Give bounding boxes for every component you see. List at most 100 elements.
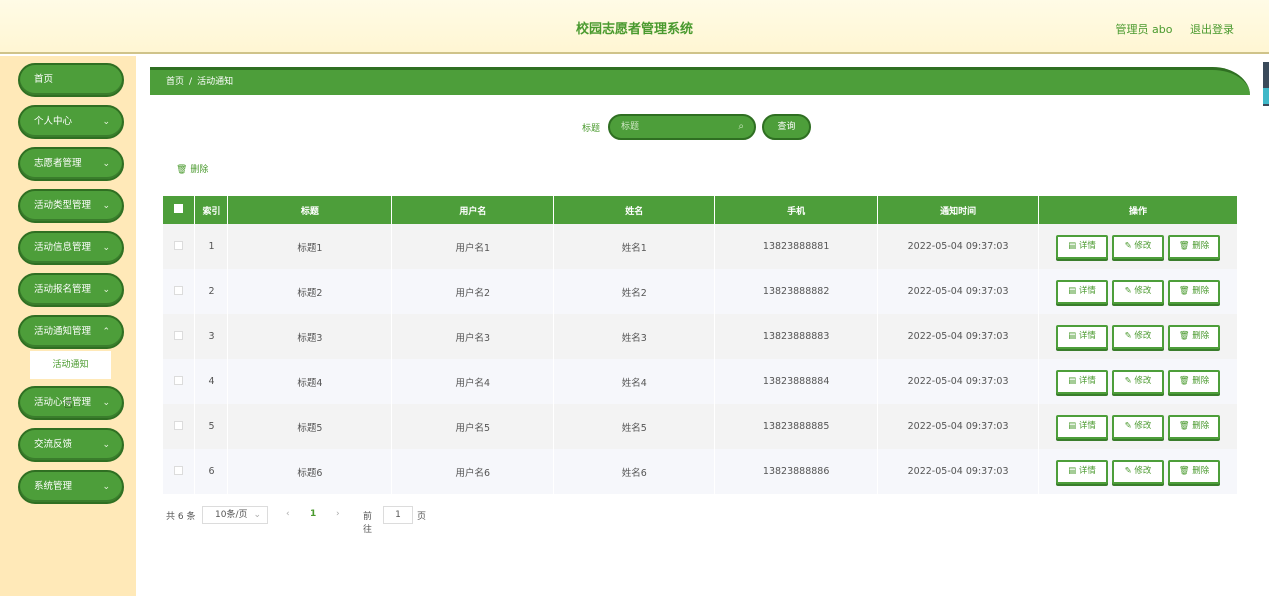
cell-index: 4: [194, 359, 229, 404]
edit-button[interactable]: ✎ 修改: [1112, 459, 1165, 484]
row-checkbox[interactable]: [163, 224, 196, 269]
table-row: 5 标题5 用户名5 姓名5 13823888885 2022-05-04 09:37:0…: [163, 404, 1238, 449]
sidebar-subitem-activity-notice[interactable]: 活动通知: [30, 351, 111, 379]
cell-actions: ▤ 详情 ✎ 修改 🗑 删除: [1038, 449, 1238, 494]
cell-actions: ▤ 详情 ✎ 修改 🗑 删除: [1038, 404, 1238, 449]
pagination-total: 共 6 条: [166, 512, 196, 522]
cell-name: 姓名1: [553, 224, 716, 269]
query-button[interactable]: 查询: [762, 114, 811, 140]
cell-username: 用户名5: [391, 404, 555, 449]
delete-button[interactable]: 🗑 删除: [1168, 369, 1221, 394]
table-row: 2 标题2 用户名2 姓名2 13823888882 2022-05-04 09:37:0…: [163, 269, 1238, 314]
row-checkbox[interactable]: [163, 449, 196, 494]
chevron-down-icon: ⌄: [102, 159, 110, 169]
search-label: 标题: [582, 124, 601, 134]
cell-title: 标题6: [227, 449, 393, 494]
detail-button[interactable]: ▤ 详情: [1056, 234, 1109, 259]
document-icon: ▤: [1068, 375, 1077, 386]
col-header-title: 标题: [227, 196, 393, 224]
edit-button[interactable]: ✎ 修改: [1112, 324, 1165, 349]
sidebar-item-system[interactable]: 系统管理 ⌄: [18, 470, 124, 504]
delete-label: 删除: [1192, 240, 1210, 251]
page-size-select[interactable]: 10条/页 ⌄: [202, 506, 268, 524]
sidebar-item-personal-center[interactable]: 个人中心 ⌄: [18, 105, 124, 139]
pencil-icon: ✎: [1124, 375, 1132, 386]
detail-button[interactable]: ▤ 详情: [1056, 369, 1109, 394]
trash-icon: 🗑: [1178, 240, 1190, 251]
current-page[interactable]: 1: [310, 509, 316, 519]
row-checkbox[interactable]: [163, 269, 196, 314]
delete-label: 删除: [1192, 465, 1210, 476]
next-page-button[interactable]: ›: [336, 509, 340, 519]
delete-button[interactable]: 🗑 删除: [1168, 414, 1221, 439]
cell-time: 2022-05-04 09:37:03: [877, 224, 1040, 269]
row-checkbox[interactable]: [163, 359, 196, 404]
delete-label: 删除: [1192, 420, 1210, 431]
detail-label: 详情: [1078, 330, 1096, 341]
pencil-icon: ✎: [1124, 420, 1132, 431]
search-input[interactable]: 标题 ⌕: [608, 114, 756, 140]
cell-title: 标题1: [227, 224, 393, 269]
sidebar-item-activity-info[interactable]: 活动信息管理 ⌄: [18, 231, 124, 265]
sidebar-item-activity-signup[interactable]: 活动报名管理 ⌄: [18, 273, 124, 307]
sidebar-item-activity-type[interactable]: 活动类型管理 ⌄: [18, 189, 124, 223]
sidebar-item-label: 交流反馈: [34, 439, 73, 450]
cell-username: 用户名2: [391, 269, 555, 314]
edit-button[interactable]: ✎ 修改: [1112, 414, 1165, 439]
edit-button[interactable]: ✎ 修改: [1112, 234, 1165, 259]
trash-icon: 🗑: [1178, 285, 1190, 296]
delete-button[interactable]: 🗑 删除: [1168, 279, 1221, 304]
cell-name: 姓名5: [553, 404, 716, 449]
delete-button[interactable]: 🗑 删除: [1168, 324, 1221, 349]
chevron-down-icon: ⌄: [102, 398, 110, 408]
chevron-down-icon: ⌄: [102, 482, 110, 492]
col-header-name: 姓名: [553, 196, 716, 224]
current-user[interactable]: 管理员 abo: [1116, 23, 1173, 36]
cell-index: 6: [194, 449, 229, 494]
chevron-down-icon: ⌄: [102, 201, 110, 211]
goto-page-input[interactable]: 1: [383, 506, 413, 524]
prev-page-button[interactable]: ‹: [286, 509, 290, 519]
top-bar: 校园志愿者管理系统 管理员 abo 退出登录: [0, 0, 1269, 54]
cell-index: 2: [194, 269, 229, 314]
delete-button[interactable]: 🗑 删除: [1168, 459, 1221, 484]
edit-button[interactable]: ✎ 修改: [1112, 369, 1165, 394]
edit-label: 修改: [1134, 375, 1152, 386]
sidebar-item-feedback[interactable]: 交流反馈 ⌄: [18, 428, 124, 462]
document-icon: ▤: [1068, 285, 1077, 296]
detail-button[interactable]: ▤ 详情: [1056, 414, 1109, 439]
sidebar-item-home[interactable]: 首页: [18, 63, 124, 97]
select-all-checkbox[interactable]: [163, 196, 196, 224]
cell-title: 标题2: [227, 269, 393, 314]
delete-button[interactable]: 🗑 删除: [1168, 234, 1221, 259]
cell-actions: ▤ 详情 ✎ 修改 🗑 删除: [1038, 314, 1238, 359]
bulk-delete-button[interactable]: 🗑 删除: [176, 162, 208, 175]
document-icon: ▤: [1068, 330, 1077, 341]
cell-time: 2022-05-04 09:37:03: [877, 359, 1040, 404]
table-row: 4 标题4 用户名4 姓名4 13823888884 2022-05-04 09:37:0…: [163, 359, 1238, 404]
pencil-icon: ✎: [1124, 285, 1132, 296]
edit-button[interactable]: ✎ 修改: [1112, 279, 1165, 304]
row-checkbox[interactable]: [163, 314, 196, 359]
pencil-icon: ✎: [1124, 330, 1132, 341]
logout-link[interactable]: 退出登录: [1190, 23, 1234, 36]
cell-name: 姓名6: [553, 449, 716, 494]
breadcrumb-home[interactable]: 首页: [166, 77, 184, 87]
document-icon: ▤: [1068, 420, 1077, 431]
detail-button[interactable]: ▤ 详情: [1056, 279, 1109, 304]
cell-actions: ▤ 详情 ✎ 修改 🗑 删除: [1038, 359, 1238, 404]
row-checkbox[interactable]: [163, 404, 196, 449]
cell-phone: 13823888883: [714, 314, 879, 359]
detail-label: 详情: [1078, 465, 1096, 476]
chevron-down-icon: ⌄: [253, 510, 261, 520]
edit-label: 修改: [1134, 240, 1152, 251]
detail-button[interactable]: ▤ 详情: [1056, 459, 1109, 484]
breadcrumb-current: 活动通知: [197, 77, 234, 87]
col-header-username: 用户名: [391, 196, 555, 224]
bulk-delete-label: 删除: [190, 165, 209, 175]
sidebar-item-volunteer[interactable]: 志愿者管理 ⌄: [18, 147, 124, 181]
sidebar-item-activity-notice[interactable]: 活动通知管理 ⌃: [18, 315, 124, 349]
document-icon: ▤: [1068, 240, 1077, 251]
chevron-down-icon: ⌄: [102, 285, 110, 295]
detail-button[interactable]: ▤ 详情: [1056, 324, 1109, 349]
